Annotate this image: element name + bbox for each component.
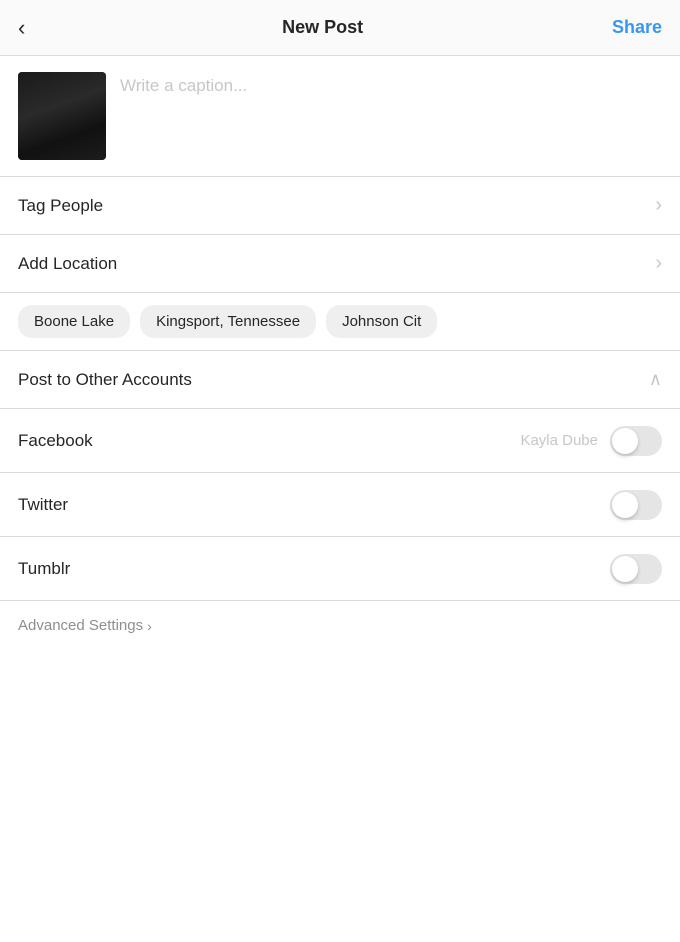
page-title: New Post — [282, 17, 363, 38]
post-to-other-accounts-header[interactable]: Post to Other Accounts ∧ — [0, 351, 680, 409]
facebook-label: Facebook — [18, 431, 93, 451]
tumblr-toggle[interactable] — [610, 554, 662, 584]
twitter-row: Twitter — [0, 473, 680, 537]
add-location-row[interactable]: Add Location › — [0, 235, 680, 293]
back-button[interactable]: ‹ — [18, 11, 33, 45]
location-chip-1[interactable]: Kingsport, Tennessee — [140, 305, 316, 338]
caption-input[interactable]: Write a caption... — [120, 72, 662, 96]
add-location-label: Add Location — [18, 254, 117, 274]
tumblr-label: Tumblr — [18, 559, 70, 579]
twitter-label: Twitter — [18, 495, 68, 515]
advanced-settings-label: Advanced Settings — [18, 617, 143, 634]
tumblr-right — [598, 554, 662, 584]
facebook-toggle[interactable] — [610, 426, 662, 456]
tag-people-label: Tag People — [18, 196, 103, 216]
caption-area: Write a caption... — [0, 56, 680, 177]
advanced-settings-row[interactable]: Advanced Settings › — [0, 601, 680, 650]
facebook-left: Facebook — [18, 431, 93, 451]
twitter-toggle[interactable] — [610, 490, 662, 520]
tumblr-left: Tumblr — [18, 559, 70, 579]
add-location-chevron-icon: › — [655, 252, 662, 275]
cat-image — [18, 72, 106, 160]
location-chip-2[interactable]: Johnson Cit — [326, 305, 437, 338]
tag-people-chevron-icon: › — [655, 194, 662, 217]
tag-people-row[interactable]: Tag People › — [0, 177, 680, 235]
facebook-right: Kayla Dube — [520, 426, 662, 456]
facebook-row: Facebook Kayla Dube — [0, 409, 680, 473]
advanced-settings-chevron-icon: › — [147, 618, 152, 634]
post-to-other-accounts-chevron-icon: ∧ — [649, 369, 662, 390]
post-to-other-accounts-label: Post to Other Accounts — [18, 370, 192, 390]
twitter-right — [598, 490, 662, 520]
post-thumbnail — [18, 72, 106, 160]
location-chips-container: Boone Lake Kingsport, Tennessee Johnson … — [0, 293, 680, 351]
facebook-account-name: Kayla Dube — [520, 432, 598, 449]
twitter-left: Twitter — [18, 495, 68, 515]
share-button[interactable]: Share — [612, 17, 662, 38]
tumblr-row: Tumblr — [0, 537, 680, 601]
header: ‹ New Post Share — [0, 0, 680, 56]
location-chip-0[interactable]: Boone Lake — [18, 305, 130, 338]
